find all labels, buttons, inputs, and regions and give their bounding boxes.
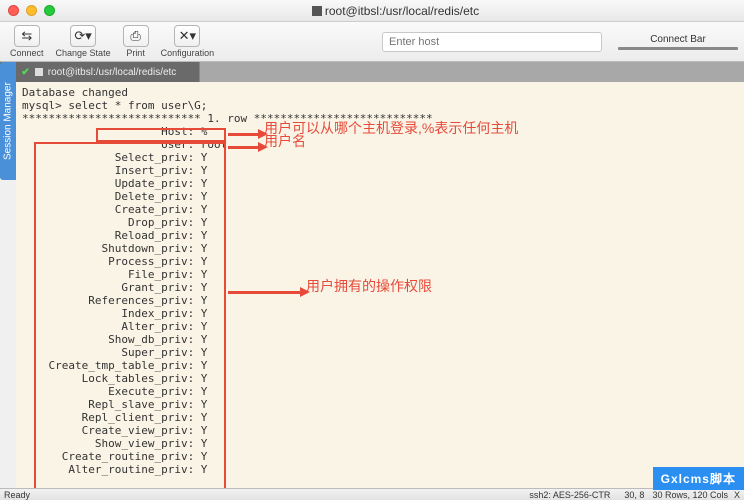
connect-icon: ⇆	[14, 25, 40, 47]
toolbar-button-change-state[interactable]: ⟳▾Change State	[52, 25, 115, 58]
toolbar-button-print[interactable]: ⎙Print	[119, 25, 153, 58]
toolbar-button-label: Connect	[10, 48, 44, 58]
toolbar-button-configuration[interactable]: ✕▾Configuration	[157, 25, 219, 58]
tab-title: root@itbsl:/usr/local/redis/etc	[48, 67, 177, 78]
terminal-icon	[35, 68, 43, 76]
connect-bar: Connect Bar	[618, 34, 738, 50]
status-check-icon: ✔	[21, 67, 29, 78]
status-cursor-pos: 30, 8	[624, 490, 644, 500]
terminal-icon	[312, 6, 322, 16]
annotation-arrow	[228, 129, 268, 139]
status-dimensions: 30 Rows, 120 Cols	[652, 490, 728, 500]
status-bar: Ready ssh2: AES-256-CTR 30, 8 30 Rows, 1…	[0, 488, 744, 500]
change-state-icon: ⟳▾	[70, 25, 96, 47]
host-input[interactable]	[382, 32, 602, 52]
tab-bar: ✕ ✔ root@itbsl:/usr/local/redis/etc	[0, 62, 744, 82]
toolbar-button-label: Print	[126, 48, 145, 58]
traffic-light-max[interactable]	[44, 5, 55, 16]
traffic-light-min[interactable]	[26, 5, 37, 16]
terminal-output[interactable]: Database changedmysql> select * from use…	[16, 82, 744, 488]
terminal-line: mysql> select * from user\G;	[22, 99, 738, 112]
annotation-arrow	[228, 142, 268, 152]
watermark: Gxlcms脚本	[653, 467, 744, 490]
terminal-line: Database changed	[22, 86, 738, 99]
session-manager-tab[interactable]: Session Manager	[0, 62, 16, 180]
traffic-light-close[interactable]	[8, 5, 19, 16]
highlight-box	[34, 142, 226, 488]
status-cipher: ssh2: AES-256-CTR	[529, 490, 610, 500]
toolbar-button-label: Configuration	[161, 48, 215, 58]
status-ready: Ready	[4, 490, 30, 500]
configuration-icon: ✕▾	[174, 25, 200, 47]
highlight-box	[96, 128, 226, 142]
main-toolbar: ⇆Connect⟳▾Change State⎙Print✕▾Configurat…	[0, 22, 744, 62]
toolbar-button-label: Change State	[56, 48, 111, 58]
annotation-text: 用户拥有的操作权限	[306, 280, 432, 293]
window-title: root@itbsl:/usr/local/redis/etc	[325, 4, 479, 18]
status-rest: X	[734, 490, 740, 500]
print-icon: ⎙	[123, 25, 149, 47]
session-tab[interactable]: ✕ ✔ root@itbsl:/usr/local/redis/etc	[0, 62, 200, 82]
host-input-wrapper	[382, 32, 602, 52]
toolbar-button-connect[interactable]: ⇆Connect	[6, 25, 48, 58]
annotation-arrow	[228, 287, 310, 297]
window-titlebar: root@itbsl:/usr/local/redis/etc	[0, 0, 744, 22]
annotation-text: 用户名	[264, 135, 306, 148]
